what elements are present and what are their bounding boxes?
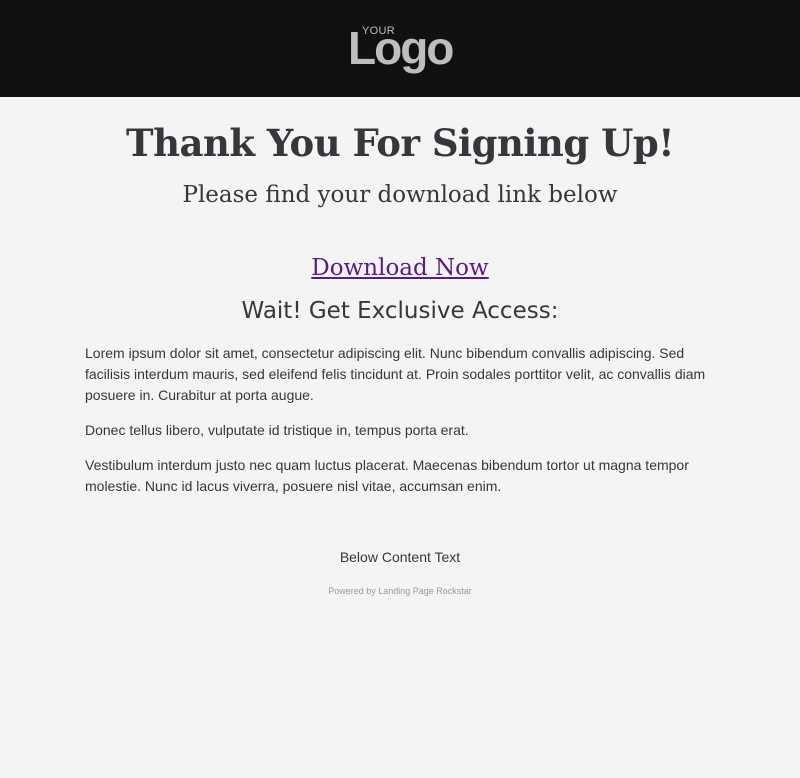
offer-heading: Wait! Get Exclusive Access:: [241, 298, 559, 324]
download-now-link[interactable]: Download Now: [311, 255, 488, 281]
logo-your-label: YOUR: [362, 25, 395, 37]
below-content-text: Below Content Text: [339, 549, 461, 565]
site-logo[interactable]: Logo YOUR: [348, 20, 458, 80]
body-paragraph: Lorem ipsum dolor sit amet, consectetur …: [85, 345, 706, 403]
header-bar: Logo YOUR: [0, 0, 800, 97]
body-text: Lorem ipsum dolor sit amet, consectetur …: [85, 343, 715, 511]
download-link-wrapper: Download Now: [0, 252, 800, 284]
page-subtitle: Please find your download link below: [182, 182, 618, 208]
page-title: Thank You For Signing Up!: [126, 121, 674, 165]
body-paragraph: Donec tellus libero, vulputate id tristi…: [85, 422, 469, 438]
body-paragraph: Vestibulum interdum justo nec quam luctu…: [85, 457, 689, 494]
powered-by-text: Powered by Landing Page Rockstar: [328, 586, 472, 596]
